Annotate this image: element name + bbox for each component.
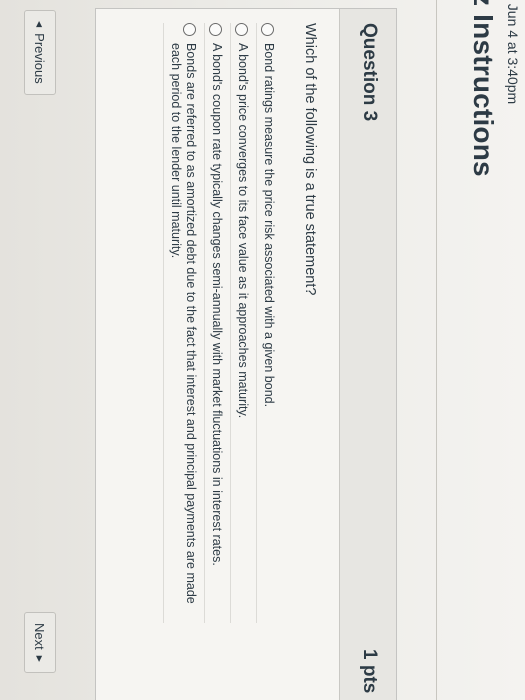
answer-label: Bond ratings measure the price risk asso… [262,43,276,408]
previous-label: Previous [32,33,48,84]
question-header: Question 3 1 pts [339,9,396,700]
answer-option[interactable]: A bond's price converges to its face val… [230,23,250,623]
answer-option[interactable]: A bond's coupon rate typically changes s… [204,23,224,623]
question-points: 1 pts [359,649,380,694]
next-label: Next [32,623,48,650]
previous-button[interactable]: ◀ Previous [24,10,56,95]
question-title: Question 3 [359,23,380,122]
triangle-left-icon: ◀ [35,21,45,28]
answer-list: Bond ratings measure the price risk asso… [157,23,276,623]
answer-option[interactable]: Bonds are referred to as amortized debt … [163,23,198,623]
question-card: Question 3 1 pts Which of the following … [95,8,397,700]
answer-label: A bond's coupon rate typically changes s… [210,43,224,566]
answer-label: A bond's price converges to its face val… [236,43,250,419]
radio-button[interactable] [261,23,274,36]
quiz-page: : Jun 4 at 3:40pm z Instructions Questio… [0,0,525,700]
answer-option[interactable]: Bond ratings measure the price risk asso… [256,23,276,623]
radio-button[interactable] [183,23,196,36]
triangle-right-icon: ▶ [35,655,45,662]
radio-button[interactable] [209,23,222,36]
radio-button[interactable] [235,23,248,36]
question-navigation: ◀ Previous Next ▶ [0,0,60,700]
header-divider [436,0,437,700]
quiz-instructions-heading: z Instructions [468,0,499,177]
answer-label: Bonds are referred to as amortized debt … [169,43,198,604]
due-date: : Jun 4 at 3:40pm [505,0,521,105]
question-text: Which of the following is a true stateme… [302,23,318,296]
next-button[interactable]: Next ▶ [24,612,56,673]
